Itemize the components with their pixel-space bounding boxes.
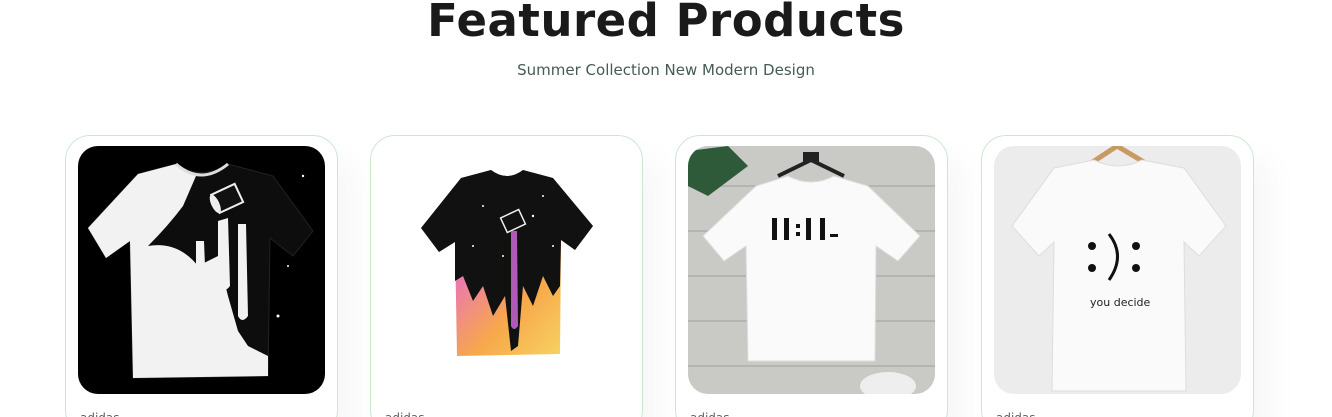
product-image[interactable]: you decide — [994, 146, 1241, 394]
product-image[interactable] — [383, 146, 630, 394]
product-card[interactable]: adidas — [370, 135, 643, 417]
product-brand: adidas — [996, 411, 1036, 417]
section-title: Featured Products — [427, 0, 905, 47]
white-smiley-you-decide-tshirt-image: you decide — [994, 146, 1241, 394]
product-image[interactable] — [688, 146, 935, 394]
product-brand: adidas — [80, 411, 120, 417]
shirt-print-text: you decide — [1090, 296, 1151, 309]
white-11-11-pm-tshirt-image — [688, 146, 935, 394]
product-card[interactable]: adidas — [65, 135, 338, 417]
featured-products-section: Featured Products Summer Collection New … — [0, 0, 1332, 417]
product-image[interactable] — [78, 146, 325, 394]
product-card[interactable]: adidas — [675, 135, 948, 417]
product-card[interactable]: you decide adidas — [981, 135, 1254, 417]
product-brand: adidas — [690, 411, 730, 417]
galaxy-rainbow-spill-tshirt-image — [383, 146, 630, 394]
black-white-spill-tshirt-image — [78, 146, 325, 394]
product-brand: adidas — [385, 411, 425, 417]
section-subtitle: Summer Collection New Modern Design — [517, 61, 815, 79]
